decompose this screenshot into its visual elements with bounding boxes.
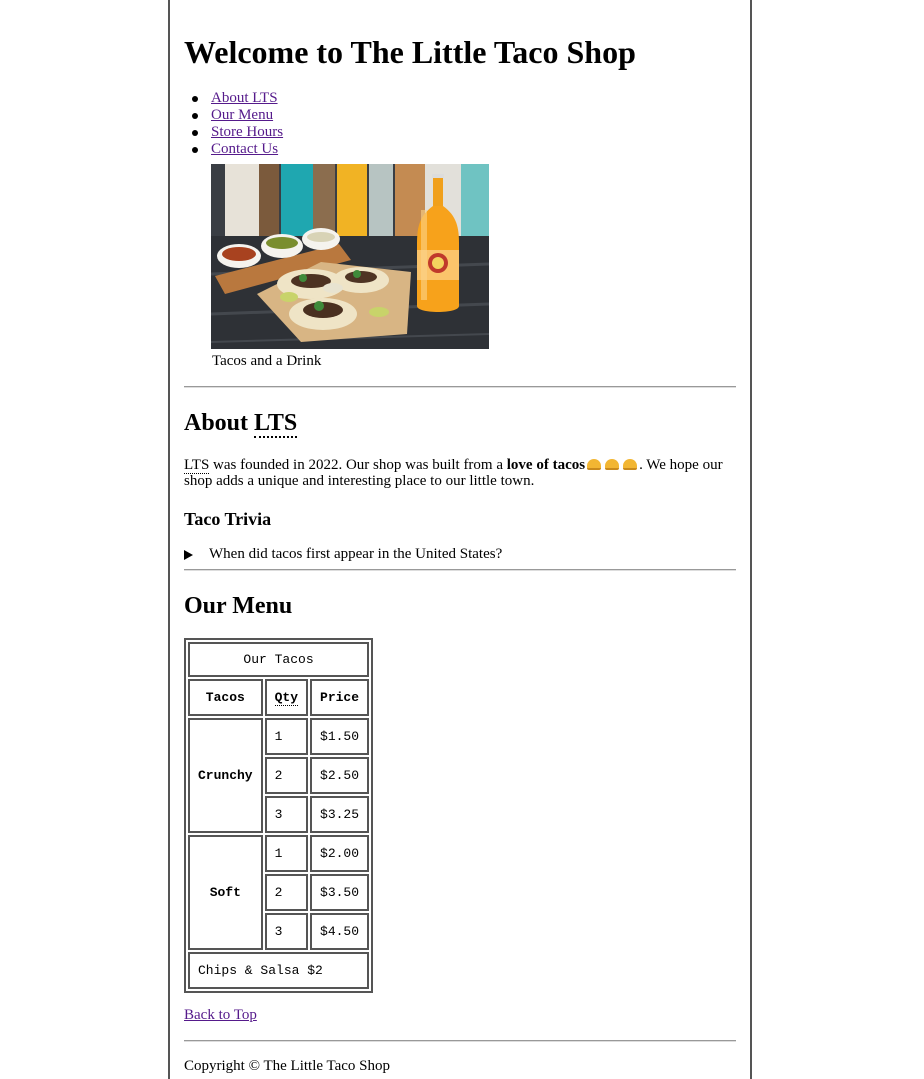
disclosure-triangle-icon[interactable] xyxy=(184,549,193,560)
nav-item: Our Menu xyxy=(192,107,736,124)
figure-caption: Tacos and a Drink xyxy=(212,353,322,369)
nav-link-contact[interactable]: Contact Us xyxy=(211,141,278,157)
price-cell: $2.00 xyxy=(310,835,370,872)
section-divider xyxy=(184,1040,736,1041)
col-header-tacos: Tacos xyxy=(188,679,263,716)
table-row: Soft 1 $2.00 xyxy=(188,835,370,950)
nav-list: About LTS Our Menu Store Hours Contact U… xyxy=(184,90,736,158)
about-paragraph: LTS was founded in 2022. Our shop was bu… xyxy=(184,457,736,489)
trivia-summary[interactable]: When did tacos first appear in the Unite… xyxy=(184,546,736,563)
price-cell: $3.25 xyxy=(310,796,370,833)
qty-abbr: Qty xyxy=(274,690,299,706)
qty-cell: 3 xyxy=(264,913,309,950)
back-to-top-wrap: Back to Top xyxy=(184,1007,736,1024)
group-soft: Soft xyxy=(188,835,263,950)
taco-icon xyxy=(605,459,620,470)
taco-icon xyxy=(587,459,602,470)
price-cell: $2.50 xyxy=(310,757,370,794)
col-header-price: Price xyxy=(310,679,370,716)
menu-table: Our Tacos Tacos Qty Price Crunchy 1 $1.5… xyxy=(184,638,374,993)
page-container: Welcome to The Little Taco Shop About LT… xyxy=(168,0,752,1079)
col-header-qty: Qty xyxy=(264,679,309,716)
qty-cell: 2 xyxy=(264,757,309,794)
nav-item: Store Hours xyxy=(192,124,736,141)
nav-item: About LTS xyxy=(192,90,736,107)
nav-item: Contact Us xyxy=(192,141,736,158)
price-cell: $4.50 xyxy=(310,913,370,950)
table-header-row: Tacos Qty Price xyxy=(188,679,370,716)
back-to-top-link[interactable]: Back to Top xyxy=(184,1007,257,1023)
about-heading: About LTS xyxy=(184,409,736,438)
section-divider xyxy=(184,569,736,570)
about-section: About LTS LTS was founded in 2022. Our s… xyxy=(184,409,736,563)
about-text-1: was founded in 2022. Our shop was built … xyxy=(209,457,507,473)
nav-link-menu[interactable]: Our Menu xyxy=(211,107,273,123)
qty-cell: 1 xyxy=(264,718,309,755)
page-title: Welcome to The Little Taco Shop xyxy=(184,34,636,70)
menu-section: Our Menu Our Tacos Tacos Qty Price Crunc… xyxy=(184,592,736,1024)
section-divider xyxy=(184,386,736,387)
nav-link-about[interactable]: About LTS xyxy=(211,90,278,106)
qty-cell: 2 xyxy=(264,874,309,911)
trivia-heading: Taco Trivia xyxy=(184,509,272,529)
table-row: Crunchy 1 $1.50 xyxy=(188,718,370,833)
qty-cell: 1 xyxy=(264,835,309,872)
price-cell: $1.50 xyxy=(310,718,370,755)
tacos-photo xyxy=(211,164,489,349)
tacos-drink-image xyxy=(211,164,489,349)
table-footer: Chips & Salsa $2 xyxy=(188,952,370,989)
qty-cell: 3 xyxy=(264,796,309,833)
about-heading-abbr: LTS xyxy=(254,410,298,438)
menu-heading: Our Menu xyxy=(184,593,293,619)
copyright-text: Copyright © The Little Taco Shop xyxy=(184,1058,391,1074)
taco-icon xyxy=(623,459,638,470)
about-heading-text: About xyxy=(184,410,255,436)
price-cell: $3.50 xyxy=(310,874,370,911)
lts-abbr: LTS xyxy=(184,457,210,474)
group-crunchy: Crunchy xyxy=(188,718,263,833)
table-caption: Our Tacos xyxy=(188,642,370,677)
taco-figure: Tacos and a Drink xyxy=(211,164,736,370)
table-footer-row: Chips & Salsa $2 xyxy=(188,952,370,989)
about-bold: love of tacos xyxy=(506,457,586,473)
trivia-question[interactable]: When did tacos first appear in the Unite… xyxy=(209,546,502,563)
nav-link-hours[interactable]: Store Hours xyxy=(211,124,283,140)
